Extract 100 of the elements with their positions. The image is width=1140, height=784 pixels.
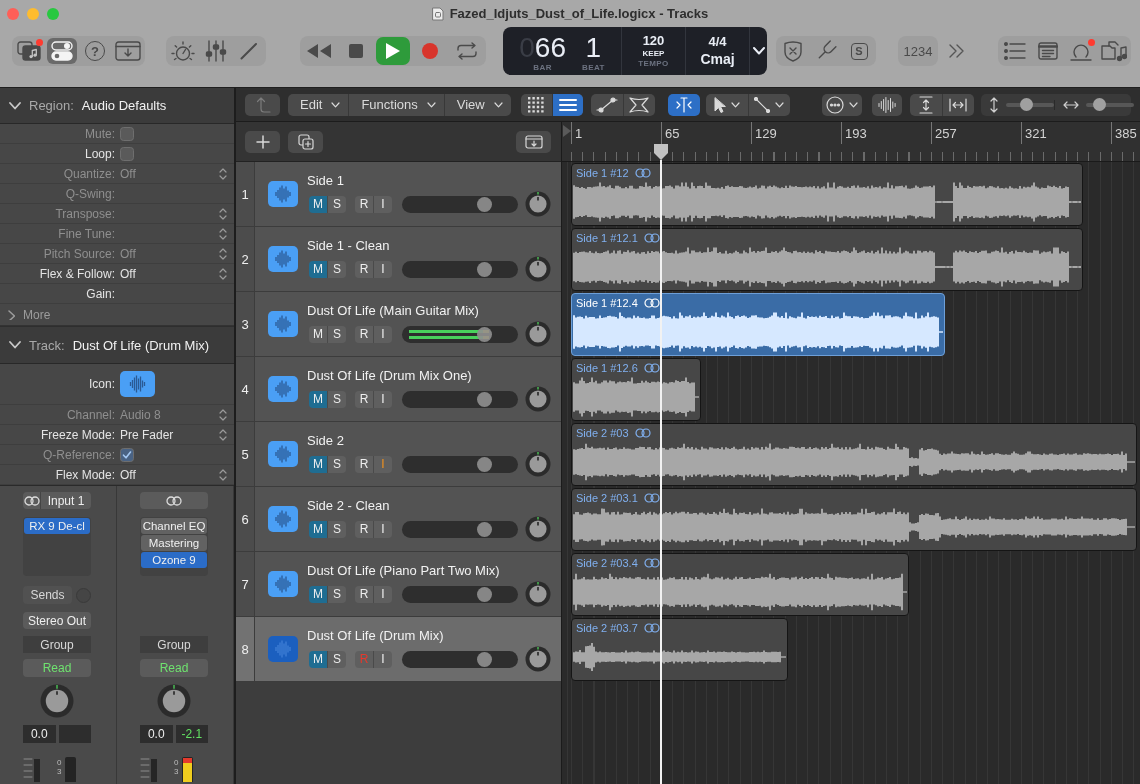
pan-knob[interactable] <box>157 684 191 718</box>
menu-button[interactable]: View <box>443 93 511 116</box>
pan-knob[interactable] <box>525 256 551 282</box>
key-signature[interactable]: Cmaj <box>700 49 735 69</box>
slider-thumb[interactable] <box>476 391 492 407</box>
back-button[interactable] <box>245 93 280 116</box>
list-view-button[interactable] <box>551 93 583 116</box>
mute-button[interactable]: M <box>309 650 327 668</box>
time-signature[interactable]: 4/4 <box>708 33 727 50</box>
record-button[interactable]: R <box>355 390 373 408</box>
field-value[interactable]: Off <box>120 266 136 281</box>
pan-knob[interactable] <box>525 386 551 412</box>
more-disclosure[interactable]: More <box>8 307 51 322</box>
tempo-value[interactable]: 120 <box>642 33 665 49</box>
audio-region[interactable]: Side 2 #03.4 <box>571 553 909 616</box>
volume-slider[interactable] <box>402 520 518 538</box>
solo-button[interactable]: S <box>327 325 346 343</box>
field-value[interactable]: Off <box>120 166 136 181</box>
plugin-slot[interactable]: RX 9 De-cl <box>24 518 90 534</box>
pan-knob[interactable] <box>525 191 551 217</box>
more-options-button[interactable] <box>821 93 862 116</box>
slider-thumb[interactable] <box>476 651 492 667</box>
stepper-icon[interactable] <box>219 206 227 221</box>
record-button[interactable]: R <box>355 260 373 278</box>
pan-knob[interactable] <box>525 516 551 542</box>
input-monitor-button[interactable]: I <box>373 260 392 278</box>
output-button[interactable]: Stereo Out <box>23 612 91 629</box>
mute-button[interactable]: M <box>309 455 327 473</box>
volume-slider[interactable] <box>402 650 518 668</box>
mute-button[interactable]: M <box>309 390 327 408</box>
track-header[interactable]: 8 Dust Of Life (Drum Mix) M S R I <box>236 617 561 682</box>
input-monitor-button[interactable]: I <box>373 520 392 538</box>
stepper-icon[interactable] <box>219 166 227 181</box>
catch-button[interactable] <box>667 93 700 116</box>
slider-thumb[interactable] <box>476 196 492 212</box>
solo-button[interactable]: S <box>327 520 346 538</box>
solo-button[interactable]: S <box>327 195 346 213</box>
mute-button[interactable]: M <box>309 520 327 538</box>
sends-button[interactable]: Sends <box>23 586 72 604</box>
slider-thumb[interactable] <box>476 326 492 342</box>
volume-slider[interactable] <box>402 390 518 408</box>
pan-knob[interactable] <box>525 646 551 672</box>
stepper-icon[interactable] <box>219 467 227 482</box>
stepper-icon[interactable] <box>219 427 227 442</box>
field-value[interactable]: Off <box>120 246 136 261</box>
volume-slider[interactable] <box>402 195 518 213</box>
input-monitor-button[interactable]: I <box>373 390 392 408</box>
track-header[interactable]: 6 Side 2 - Clean M S R I <box>236 487 561 552</box>
volume-slider[interactable] <box>402 325 518 343</box>
slider-thumb[interactable] <box>476 456 492 472</box>
chevron-down-icon[interactable] <box>9 101 21 110</box>
record-button[interactable]: R <box>355 585 373 603</box>
slider-thumb[interactable] <box>1093 98 1107 111</box>
audio-region[interactable]: Side 2 #03.1 <box>571 488 1137 551</box>
volume-slider[interactable] <box>402 260 518 278</box>
track-header[interactable]: 7 Dust Of Life (Piano Part Two Mix) M S R I <box>236 552 561 617</box>
mute-button[interactable]: M <box>309 585 327 603</box>
link-button[interactable] <box>140 492 208 509</box>
menu-button[interactable]: Functions <box>348 93 444 116</box>
volume-slider[interactable] <box>402 455 518 473</box>
audio-region[interactable]: Side 2 #03 <box>571 423 1137 486</box>
solo-button[interactable]: S <box>327 585 346 603</box>
chevron-down-icon[interactable] <box>9 341 21 349</box>
pan-knob[interactable] <box>525 321 551 347</box>
stepper-icon[interactable] <box>219 226 227 241</box>
waveform-zoom-button[interactable] <box>871 93 902 116</box>
slider-thumb[interactable] <box>1019 98 1033 111</box>
input-monitor-button[interactable]: I <box>373 195 392 213</box>
downloads-button[interactable] <box>113 38 143 64</box>
group-button[interactable]: Group <box>23 636 91 653</box>
automation-mode-button[interactable]: Read <box>140 659 208 677</box>
checkbox[interactable] <box>120 126 134 141</box>
input-monitor-button[interactable]: I <box>373 325 392 343</box>
track-header[interactable]: 4 Dust Of Life (Drum Mix One) M S R I <box>236 357 561 422</box>
add-track-button[interactable] <box>245 130 280 153</box>
track-header[interactable]: 1 Side 1 M S R I <box>236 162 561 227</box>
plugin-slot[interactable]: Mastering <box>141 535 207 551</box>
record-button[interactable]: R <box>355 195 373 213</box>
field-value[interactable]: Pre Fader <box>120 427 174 442</box>
link-button[interactable] <box>23 492 41 509</box>
playhead-handle[interactable] <box>653 143 669 161</box>
audio-region[interactable]: Side 1 #12 <box>571 163 1083 226</box>
mute-button[interactable]: M <box>309 195 327 213</box>
plugin-slot[interactable]: Channel EQ <box>141 518 207 534</box>
import-button[interactable] <box>516 130 551 153</box>
field-value[interactable]: Off <box>120 467 136 482</box>
audio-region[interactable]: Side 1 #12.1 <box>571 228 1083 291</box>
track-header[interactable]: 2 Side 1 - Clean M S R I <box>236 227 561 292</box>
slider-thumb[interactable] <box>476 261 492 277</box>
input-button[interactable]: Input 1 <box>41 492 91 509</box>
input-monitor-button[interactable]: I <box>373 650 392 668</box>
mute-button[interactable]: M <box>309 260 327 278</box>
audio-region[interactable]: Side 2 #03.7 <box>571 618 788 681</box>
record-button[interactable]: R <box>355 325 373 343</box>
pan-knob[interactable] <box>525 451 551 477</box>
input-monitor-button[interactable]: I <box>373 585 392 603</box>
controls-button[interactable] <box>47 38 77 64</box>
slider-thumb[interactable] <box>476 521 492 537</box>
menu-button[interactable]: Edit <box>288 93 349 116</box>
play-button[interactable] <box>376 37 410 65</box>
